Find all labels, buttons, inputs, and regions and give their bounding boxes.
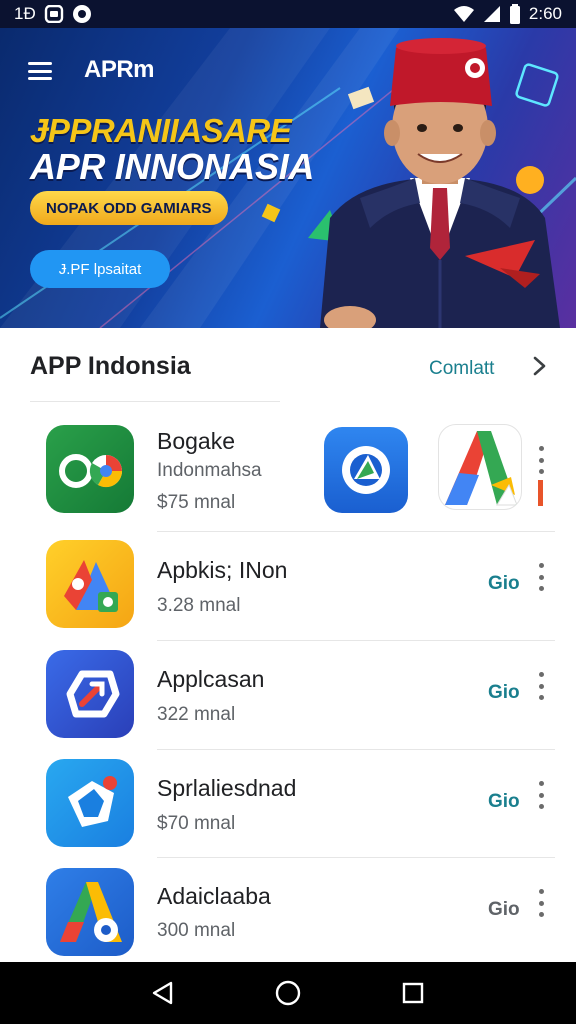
more-vert-icon[interactable]: [535, 889, 547, 917]
menu-icon: [28, 62, 52, 65]
app-icon-colorful-a[interactable]: [438, 424, 522, 510]
divider: [157, 857, 555, 858]
nav-back-icon: [152, 981, 172, 1005]
wifi-icon: [453, 5, 475, 23]
promo-title-line2: APR INNONASIA: [30, 146, 315, 187]
battery-icon: [509, 4, 521, 24]
notification-icon: [44, 5, 64, 23]
app-action-button[interactable]: Gio: [488, 791, 520, 813]
more-vert-icon[interactable]: [535, 563, 547, 591]
app-list-item[interactable]: Applcasan 322 mnal Gio: [0, 644, 576, 752]
app-icon-indigo: [46, 650, 134, 738]
app-icon-light-blue: [46, 759, 134, 847]
more-vert-icon[interactable]: [535, 672, 547, 700]
nav-home-icon: [275, 980, 301, 1006]
nav-back-button[interactable]: [143, 973, 183, 1013]
app-list-item[interactable]: Apbkis; INon 3.28 mnal Gio: [0, 535, 576, 643]
edge-accent: [538, 480, 543, 506]
app-action-button[interactable]: Gio: [488, 899, 520, 921]
app-price: 300 mnal: [157, 920, 236, 941]
divider: [30, 401, 280, 402]
app-name: Sprlaliesdnad: [157, 775, 297, 801]
promo-person-image: [320, 38, 560, 328]
section-header: APP Indonsia Comlatt: [0, 328, 576, 402]
app-action-button[interactable]: Gio: [488, 573, 520, 595]
section-see-more-link[interactable]: Comlatt: [429, 358, 494, 380]
section-title: APP Indonsia: [30, 352, 191, 380]
menu-button[interactable]: [24, 58, 56, 84]
app-icon-yellow: [46, 540, 134, 628]
nav-home-button[interactable]: [268, 973, 308, 1013]
promo-cta-button[interactable]: Ɉ.PF lpsaitat: [30, 250, 170, 288]
signal-icon: [483, 5, 501, 23]
divider: [157, 749, 555, 750]
app-price: 322 mnal: [157, 704, 236, 725]
app-list-item[interactable]: Bogake Indonmahsa $75 mnal: [0, 418, 576, 526]
nav-recents-button[interactable]: [393, 973, 433, 1013]
app-price: $75 mnal: [157, 492, 236, 513]
app-logo: APRm: [84, 56, 155, 83]
more-vert-icon[interactable]: [535, 781, 547, 809]
divider: [157, 531, 555, 532]
app-name: Applcasan: [157, 666, 265, 692]
status-text: 1Ð: [14, 4, 36, 23]
chevron-right-icon[interactable]: [528, 355, 550, 377]
app-list-item[interactable]: Sprlaliesdnad $70 mnal Gio: [0, 753, 576, 861]
promo-title-line1: ɈPPRANIIASARE: [30, 112, 292, 149]
app-price: 3.28 mnal: [157, 595, 241, 616]
app-name: Apbkis; INon: [157, 557, 288, 583]
app-name: Adaiclaaba: [157, 883, 271, 909]
more-vert-icon[interactable]: [535, 446, 547, 474]
app-price: $70 mnal: [157, 813, 236, 834]
system-nav-bar: [0, 962, 576, 1024]
app-subtitle: Indonmahsa: [157, 460, 262, 481]
app-icon-blue-arrow[interactable]: [324, 427, 408, 513]
promo-badge: NOPAK ODD GAMIARS: [30, 191, 228, 225]
status-bar: 1Ð 2:60: [0, 0, 576, 28]
divider: [157, 640, 555, 641]
app-name: Bogake: [157, 428, 236, 454]
app-icon-green: [46, 425, 134, 513]
app-action-button[interactable]: Gio: [488, 682, 520, 704]
promo-banner[interactable]: APRm ɈPPRANIIASARE APR INNONASIA NOPAK O…: [0, 28, 576, 328]
nav-recents-icon: [403, 982, 424, 1004]
app-list-item[interactable]: Adaiclaaba 300 mnal Gio: [0, 861, 576, 969]
app-notification-icon: [72, 4, 92, 24]
app-icon-blue-a: [46, 868, 134, 956]
status-time: 2:60: [528, 4, 562, 23]
